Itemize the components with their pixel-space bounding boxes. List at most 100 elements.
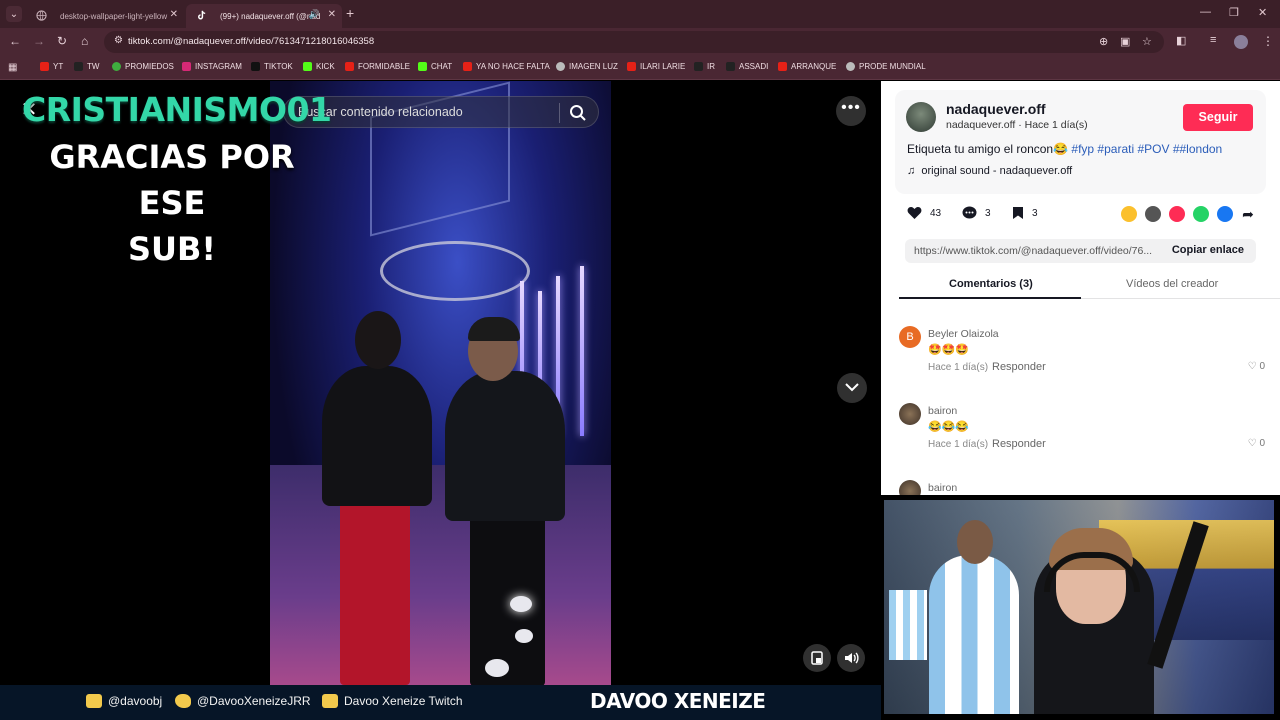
star-icon[interactable]: ☆: [1142, 35, 1152, 48]
repost-icon[interactable]: [1121, 206, 1137, 222]
sub-alert-message: GRACIAS POR ESE SUB!: [22, 134, 322, 272]
tab-search-icon[interactable]: ⌄: [6, 6, 22, 22]
extensions-icon[interactable]: ◧: [1176, 34, 1186, 47]
like-button[interactable]: 43: [907, 206, 941, 220]
bookmark-ya-no-hace-falta[interactable]: YA NO HACE FALTA: [463, 62, 550, 71]
bookmark-prode-mundial[interactable]: PRODE MUNDIAL: [846, 62, 926, 71]
hashtag-link[interactable]: #parati: [1097, 142, 1134, 156]
globe-icon: [556, 62, 565, 71]
tab-creator-videos[interactable]: Vídeos del creador: [1126, 278, 1218, 290]
bookmark-assadi[interactable]: ASSADI: [726, 62, 768, 71]
pip-button[interactable]: [803, 644, 831, 672]
bookmark-ilari-larie[interactable]: ILARI LARIE: [627, 62, 685, 71]
bookmark-imagen-luz[interactable]: IMAGEN LUZ: [556, 62, 618, 71]
comment-user[interactable]: bairon: [928, 405, 957, 417]
share-arrow-icon[interactable]: ➦: [1240, 206, 1256, 222]
heart-outline-icon: ♡: [1247, 438, 1257, 449]
reload-icon[interactable]: ↻: [57, 34, 67, 48]
post-link[interactable]: https://www.tiktok.com/@nadaquever.off/v…: [914, 245, 1152, 257]
avatar[interactable]: [899, 480, 921, 495]
comment-icon: [962, 206, 977, 219]
heart-outline-icon: ♡: [1247, 361, 1257, 372]
volume-icon: [845, 652, 859, 664]
comment-user[interactable]: bairon: [928, 482, 957, 494]
bookmark-chat[interactable]: CHAT: [418, 62, 452, 71]
sub-alert-line: GRACIAS POR ESE: [49, 138, 295, 222]
tab-tiktok[interactable]: (99+) nadaquever.off (@nad 🔊 ✕: [186, 4, 342, 28]
bookmark-icon: [1013, 207, 1023, 219]
globe-icon: [846, 62, 855, 71]
author-avatar[interactable]: [906, 102, 936, 132]
post-details-panel: nadaquever.off nadaquever.off · Hace 1 d…: [881, 81, 1280, 495]
save-button[interactable]: 3: [1012, 206, 1038, 220]
hashtag-link[interactable]: #fyp: [1071, 142, 1094, 156]
comment-text: 🤩🤩🤩: [928, 344, 970, 356]
bookmark-instagram[interactable]: INSTAGRAM: [182, 62, 242, 71]
twitter-icon: [175, 694, 191, 708]
whatsapp-icon[interactable]: [1193, 206, 1209, 222]
copy-link-button[interactable]: Copiar enlace: [1172, 244, 1244, 256]
sound-name: original sound - nadaquever.off: [921, 165, 1073, 177]
send-icon[interactable]: [1169, 206, 1185, 222]
post-link-box: https://www.tiktok.com/@nadaquever.off/v…: [905, 239, 1256, 263]
bookmark-yt[interactable]: YT: [40, 62, 63, 71]
player-mural-head: [957, 520, 993, 564]
restore-icon[interactable]: ❐: [1229, 6, 1239, 19]
bookmark-promiedos[interactable]: PROMIEDOS: [112, 62, 174, 71]
address-bar[interactable]: ⚙ tiktok.com/@nadaquever.off/video/76134…: [104, 31, 1164, 53]
cast-icon[interactable]: ▣: [1120, 35, 1130, 48]
bookmark-formidable[interactable]: FORMIDABLE: [345, 62, 410, 71]
sub-alert-name: CRISTIANISMO01: [22, 90, 332, 129]
zoom-icon[interactable]: ⊕: [1099, 35, 1108, 48]
avatar[interactable]: B: [899, 326, 921, 348]
forward-icon[interactable]: →: [33, 34, 45, 48]
save-count: 3: [1032, 207, 1038, 219]
bookmark-ir[interactable]: IR: [694, 62, 715, 71]
close-icon[interactable]: ✕: [328, 9, 336, 20]
comment-like-button[interactable]: ♡ 0: [1248, 438, 1265, 449]
hashtag-link[interactable]: ##london: [1173, 142, 1222, 156]
close-icon[interactable]: ✕: [170, 9, 178, 20]
mc-icon: [694, 62, 703, 71]
footer-instagram: @davoobj: [86, 694, 162, 708]
home-icon[interactable]: ⌂: [81, 34, 88, 48]
search-icon[interactable]: [568, 103, 588, 123]
comment-user[interactable]: Beyler Olaizola: [928, 328, 999, 340]
minimize-icon[interactable]: —: [1200, 6, 1211, 18]
hashtag-link[interactable]: #POV: [1137, 142, 1169, 156]
bookmark-arranque[interactable]: ARRANQUE: [778, 62, 836, 71]
url-text[interactable]: tiktok.com/@nadaquever.off/video/7613471…: [128, 36, 374, 47]
shoe: [485, 659, 509, 677]
bookmark-tw[interactable]: TW: [74, 62, 99, 71]
volume-button[interactable]: [837, 644, 865, 672]
site-info-icon[interactable]: ⚙: [114, 35, 123, 46]
facebook-icon[interactable]: [1217, 206, 1233, 222]
instagram-icon: [182, 62, 191, 71]
follow-button[interactable]: Seguir: [1183, 104, 1253, 131]
tab-comments[interactable]: Comentarios (3): [949, 278, 1033, 290]
next-video-button[interactable]: [837, 373, 867, 403]
reply-button[interactable]: Responder: [992, 438, 1046, 450]
bookmark-kick[interactable]: KICK: [303, 62, 335, 71]
avatar[interactable]: [899, 403, 921, 425]
browser-nav-bar: ← → ↻ ⌂ ⚙ tiktok.com/@nadaquever.off/vid…: [0, 28, 1280, 56]
sound-link[interactable]: ♫ original sound - nadaquever.off: [907, 165, 1072, 177]
embed-icon[interactable]: [1145, 206, 1161, 222]
comment-like-button[interactable]: ♡ 0: [1248, 361, 1265, 372]
comment-button[interactable]: 3: [962, 206, 991, 220]
bookmark-tiktok[interactable]: TIKTOK: [251, 62, 293, 71]
new-tab-icon[interactable]: +: [346, 5, 354, 21]
tab-wallpaper[interactable]: desktop-wallpaper-light-yellow ✕: [26, 4, 184, 28]
more-options-icon[interactable]: •••: [836, 96, 866, 126]
comment-count: 3: [985, 207, 991, 219]
media-icon[interactable]: ≡: [1210, 34, 1216, 46]
apps-grid-icon[interactable]: ▦: [8, 62, 17, 73]
menu-icon[interactable]: ⋮: [1262, 34, 1274, 48]
back-icon[interactable]: ←: [9, 34, 21, 48]
close-window-icon[interactable]: ✕: [1258, 6, 1267, 19]
reply-button[interactable]: Responder: [992, 361, 1046, 373]
author-username[interactable]: nadaquever.off: [946, 101, 1046, 117]
profile-avatar[interactable]: [1234, 35, 1248, 49]
speaker-icon[interactable]: 🔊: [309, 9, 320, 20]
kick-icon: [303, 62, 312, 71]
